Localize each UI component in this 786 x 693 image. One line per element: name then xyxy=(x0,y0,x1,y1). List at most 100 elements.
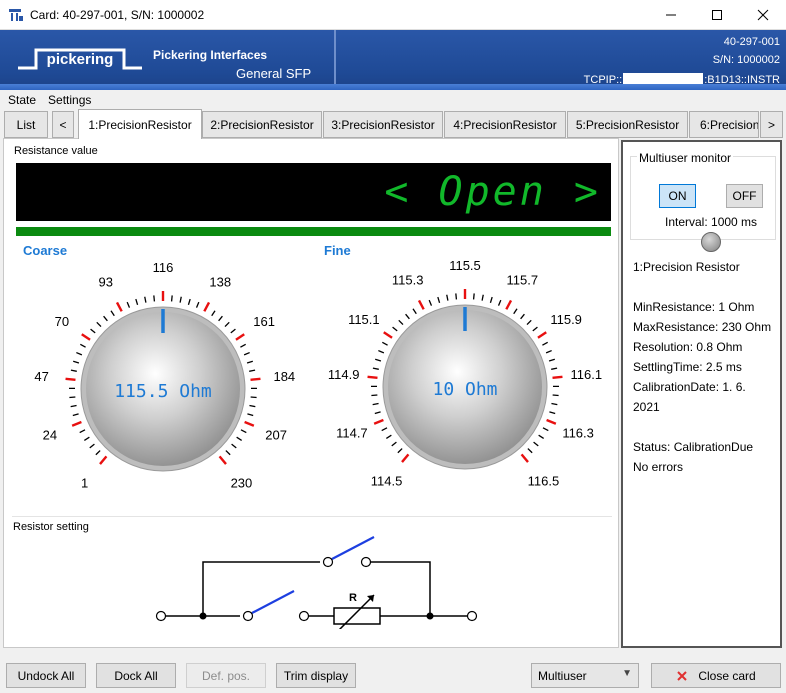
tab-strip: List < 1:PrecisionResistor 2:PrecisionRe… xyxy=(0,109,786,139)
menu-settings[interactable]: Settings xyxy=(48,93,91,107)
coarse-readout: 115.5 Ohm xyxy=(114,381,212,402)
fine-tick xyxy=(549,411,556,415)
tab-scroll-left-button[interactable]: < xyxy=(52,111,74,138)
coarse-tick xyxy=(231,443,237,449)
fine-knob[interactable]: 114.5 114.7 114.9 115.1 115.3 115.5 115.7 115.9… xyxy=(304,249,616,509)
close-card-button[interactable]: Close card xyxy=(651,663,781,688)
fine-tick xyxy=(481,294,484,301)
mode-select-value: Multiuser xyxy=(538,668,587,683)
tab-precision-resistor-4[interactable]: 4:PrecisionResistor xyxy=(444,111,566,138)
open-switch-bottom[interactable] xyxy=(251,590,295,614)
coarse-tick xyxy=(218,455,227,465)
coarse-tick xyxy=(83,436,90,442)
fine-tick xyxy=(532,326,538,332)
tab-precision-resistor-5[interactable]: 5:PrecisionResistor xyxy=(567,111,688,138)
fine-tick xyxy=(428,299,433,306)
fine-scale-label: 115.3 xyxy=(392,272,424,287)
coarse-tick xyxy=(247,413,254,417)
pickering-logo: pickering xyxy=(18,48,142,70)
multiuser-monitor-title: Multiuser monitor xyxy=(637,151,734,165)
calibration-year: 2021 xyxy=(633,400,660,414)
window-title: Card: 40-297-001, S/N: 1000002 xyxy=(30,8,205,22)
fine-tick xyxy=(513,308,518,315)
fine-scale-label: 115.1 xyxy=(348,312,380,327)
dock-all-button[interactable]: Dock All xyxy=(96,663,176,688)
coarse-tick xyxy=(240,343,246,348)
fine-tick xyxy=(551,402,558,406)
fine-tick xyxy=(378,349,385,354)
coarse-tick xyxy=(110,310,115,317)
undock-all-button[interactable]: Undock All xyxy=(6,663,86,688)
tab-precision-resistor-1[interactable]: 1:PrecisionResistor xyxy=(78,109,202,139)
fine-tick xyxy=(391,441,397,447)
fine-tick xyxy=(401,453,410,463)
coarse-tick xyxy=(115,301,123,312)
coarse-scale-label: 93 xyxy=(98,274,112,289)
header-banner: pickering Pickering Interfaces General S… xyxy=(0,30,786,90)
open-switch-top[interactable] xyxy=(331,536,375,560)
tab-precision-resistor-3[interactable]: 3:PrecisionResistor xyxy=(323,111,443,138)
list-tab[interactable]: List xyxy=(4,111,48,138)
close-icon xyxy=(757,9,769,21)
app-icon xyxy=(9,9,23,21)
monitor-interval: Interval: 1000 ms xyxy=(665,215,758,229)
coarse-tick xyxy=(243,351,250,356)
fine-tick xyxy=(371,394,378,397)
coarse-tick xyxy=(80,343,86,348)
header-divider xyxy=(334,30,336,84)
coarse-tick xyxy=(103,315,108,322)
tab-scroll-right-button[interactable]: > xyxy=(760,111,783,138)
coarse-tick xyxy=(70,404,77,408)
coarse-tick xyxy=(195,301,200,308)
coarse-tick xyxy=(99,455,108,465)
close-card-icon xyxy=(677,670,688,681)
resistance-value-label: Resistance value xyxy=(14,145,102,157)
fine-tick xyxy=(551,367,558,370)
close-button[interactable] xyxy=(740,0,786,30)
coarse-tick xyxy=(153,295,156,302)
coarse-tick xyxy=(144,296,147,303)
coarse-tick xyxy=(225,450,231,456)
fine-tick xyxy=(538,434,545,440)
monitor-status-led xyxy=(701,232,721,252)
tab-precision-resistor-2[interactable]: 2:PrecisionResistor xyxy=(202,111,322,138)
minimize-icon xyxy=(666,14,676,16)
info-panel: ON OFF Interval: 1000 ms Multiuser monit… xyxy=(621,140,782,648)
menu-state[interactable]: State xyxy=(8,93,36,107)
fine-scale-label: 115.7 xyxy=(506,272,538,287)
coarse-tick xyxy=(96,321,102,328)
fine-tick xyxy=(367,375,378,379)
coarse-scale-label: 207 xyxy=(265,428,287,443)
monitor-off-button[interactable]: OFF xyxy=(726,184,763,208)
coarse-tick xyxy=(236,436,243,442)
fine-tick xyxy=(373,418,384,425)
coarse-tick xyxy=(70,369,77,372)
fine-tick xyxy=(552,394,559,397)
coarse-tick xyxy=(72,413,79,417)
fine-tick xyxy=(520,453,529,463)
coarse-tick xyxy=(249,369,256,372)
coarse-knob[interactable]: 1 24 47 70 93 116 138 161 184 207 230 115.5 Ohm xyxy=(4,249,314,509)
default-position-button[interactable]: Def. pos. xyxy=(186,663,266,688)
monitor-on-button[interactable]: ON xyxy=(659,184,696,208)
coarse-scale-label: 138 xyxy=(209,274,231,289)
tab-precision-resistor-6[interactable]: 6:Precision xyxy=(689,111,759,138)
coarse-tick xyxy=(211,310,216,317)
serial-number: S/N: 1000002 xyxy=(712,54,780,66)
maximize-button[interactable] xyxy=(694,0,740,30)
title-bar: Card: 40-297-001, S/N: 1000002 xyxy=(0,0,786,30)
minimize-button[interactable] xyxy=(648,0,694,30)
resistor-circuit-diagram: R xyxy=(155,536,478,629)
fine-scale-label: 114.7 xyxy=(336,426,368,441)
multiuser-monitor-group: ON OFF Interval: 1000 ms xyxy=(630,156,776,252)
status-bar xyxy=(16,227,611,236)
fine-tick xyxy=(497,299,502,306)
fine-tick xyxy=(385,434,392,440)
mode-select[interactable]: Multiuser ▼ xyxy=(531,663,639,688)
trim-display-button[interactable]: Trim display xyxy=(276,663,356,688)
fine-tick xyxy=(446,294,449,301)
fine-tick xyxy=(542,427,549,432)
coarse-tick xyxy=(218,315,223,322)
coarse-tick xyxy=(126,301,131,308)
product-name: General SFP xyxy=(236,66,312,81)
